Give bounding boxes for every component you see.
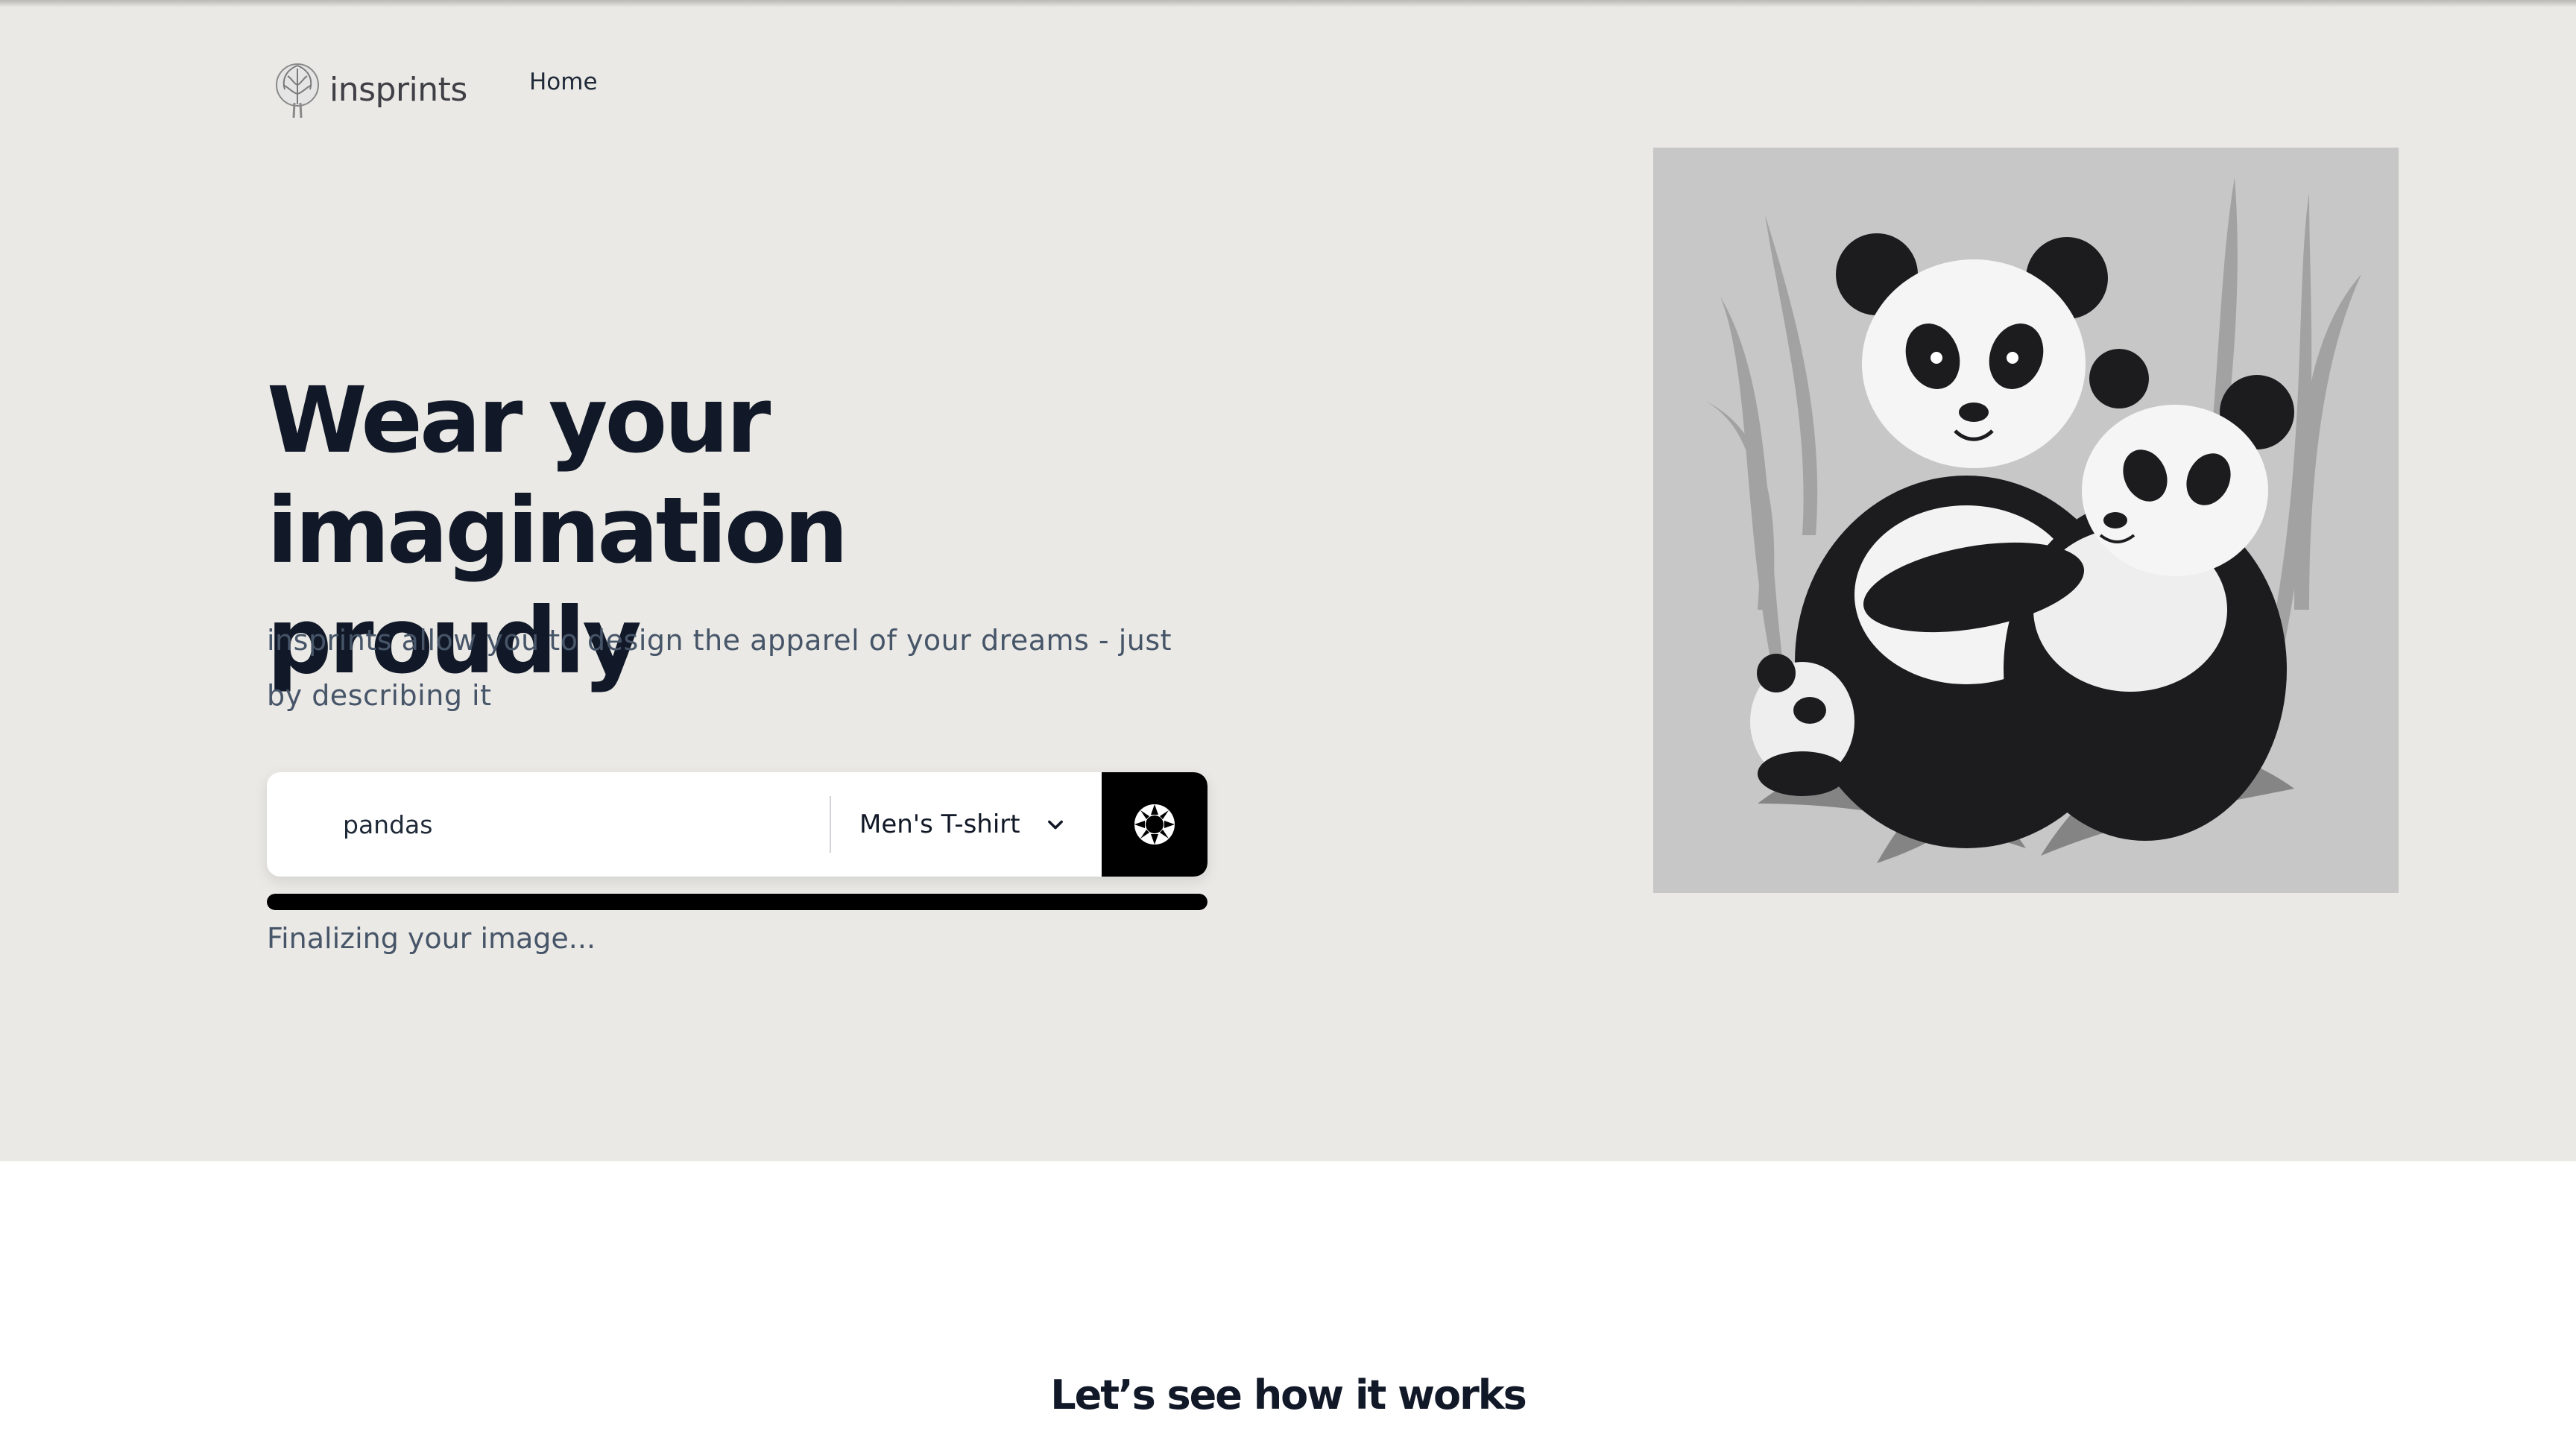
hero-section: insprints Home Wear your imagination pro…: [0, 0, 2576, 1161]
generation-status: Finalizing your image...: [267, 922, 596, 955]
prompt-bar: Men's T-shirt: [267, 772, 1208, 877]
prompt-input[interactable]: [267, 772, 830, 877]
top-shadow: [0, 0, 2576, 7]
how-it-works-title: Let’s see how it works: [1050, 1372, 1527, 1418]
chevron-down-icon: [1048, 820, 1063, 830]
panda-illustration: [1653, 148, 2399, 893]
spinner-icon: [1134, 804, 1175, 845]
brand-logo[interactable]: insprints: [271, 60, 467, 119]
brain-tree-logo-icon: [276, 63, 319, 119]
generated-design-preview: [1653, 148, 2399, 893]
progress-fill: [267, 894, 1208, 910]
progress-bar: [267, 894, 1208, 910]
nav-home-link[interactable]: Home: [529, 69, 598, 95]
brand-name: insprints: [329, 70, 467, 109]
product-select-value: Men's T-shirt: [859, 809, 1020, 839]
hero-subtext: insprints allow you to design the appare…: [267, 624, 1172, 712]
product-select[interactable]: Men's T-shirt: [831, 772, 1102, 877]
generate-button[interactable]: [1102, 772, 1208, 877]
